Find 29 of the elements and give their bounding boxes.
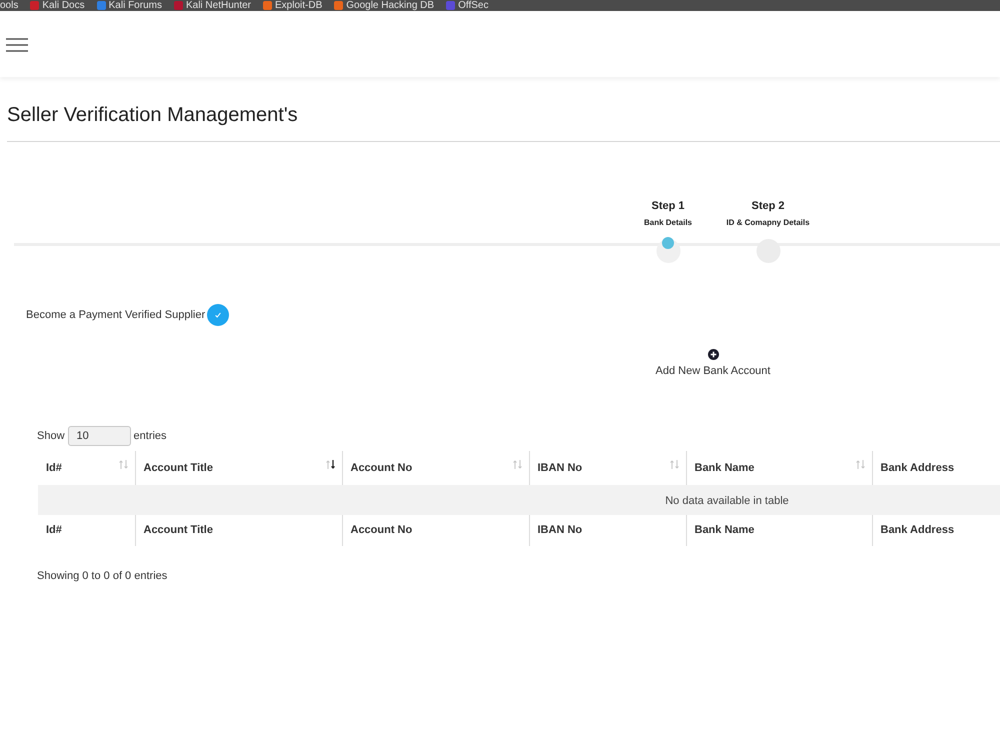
column-footer: Bank Name [686, 515, 872, 546]
bookmark-link[interactable]: Google Hacking DB [334, 0, 434, 11]
column-footer: Account Title [135, 515, 342, 546]
entries-label: entries [134, 429, 167, 443]
plus-circle-icon [708, 349, 718, 360]
column-footer: Account No [342, 515, 529, 546]
bookmark-link[interactable]: Kali Docs [30, 0, 85, 11]
menu-button[interactable] [6, 38, 28, 52]
column-footer: Bank Address [872, 515, 1000, 546]
bookmark-link[interactable]: ools [0, 0, 18, 11]
bookmark-link[interactable]: Kali Forums [96, 0, 162, 11]
column-header[interactable]: Id# [38, 451, 135, 485]
menu-icon [6, 38, 28, 52]
bookmark-link[interactable]: Kali NetHunter [174, 0, 251, 11]
empty-table-message: No data available in table [665, 495, 789, 507]
show-label: Show [37, 429, 65, 443]
table-info: Showing 0 to 0 of 0 entries [37, 570, 168, 582]
add-bank-account-button[interactable]: Add New Bank Account [643, 349, 783, 378]
bookmark-link[interactable]: Exploit-DB [263, 0, 322, 11]
column-footer: Id# [38, 515, 135, 546]
bookmark-link[interactable]: OffSec [446, 0, 488, 11]
step-title: Step 1 [651, 199, 684, 213]
verification-label: Become a Payment Verified Supplier [26, 308, 206, 322]
page-title: Seller Verification Management's [7, 103, 298, 128]
step-title: Step 2 [751, 199, 784, 213]
column-footer: IBAN No [529, 515, 686, 546]
page-length-field[interactable]: 10 [68, 426, 131, 446]
step-subtitle: ID & Comapny Details [726, 218, 810, 228]
step-subtitle: Bank Details [644, 218, 692, 228]
